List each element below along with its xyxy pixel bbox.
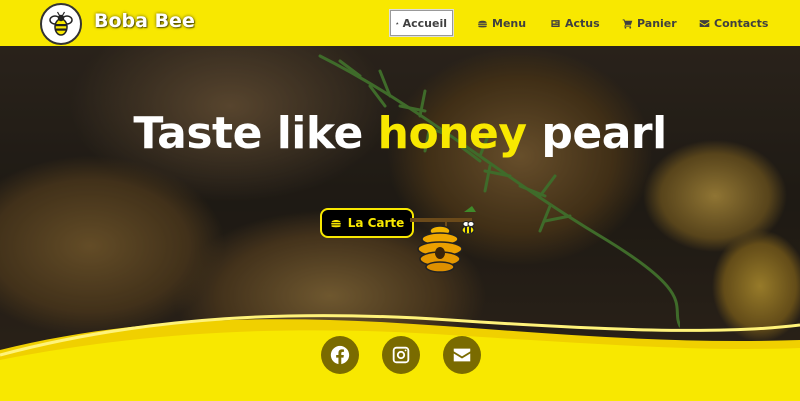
facebook-link[interactable]	[321, 336, 359, 374]
facebook-icon	[330, 345, 350, 365]
rosemary-decoration	[318, 54, 680, 328]
header: Boba Bee Accueil Menu Actus Panier Conta…	[0, 0, 800, 46]
nav-item-label: Accueil	[402, 16, 447, 30]
nav-item-accueil[interactable]: Accueil	[390, 10, 453, 36]
nav-item-panier[interactable]: Panier	[617, 10, 682, 36]
hero-title-end: pearl	[526, 108, 667, 159]
la-carte-label: La Carte	[347, 216, 405, 230]
instagram-link[interactable]	[382, 336, 420, 374]
hero-title-start: Taste like	[133, 108, 378, 159]
nav-item-label: Contacts	[714, 16, 769, 30]
main-nav: Accueil Menu Actus Panier Contacts	[0, 10, 800, 36]
nav-item-actus[interactable]: Actus	[545, 10, 605, 36]
social-links	[0, 336, 800, 376]
hero-title-accent: honey	[377, 108, 527, 159]
burger-icon	[330, 220, 341, 228]
nav-item-label: Menu	[492, 16, 527, 30]
cart-icon	[622, 18, 633, 29]
home-icon	[396, 21, 399, 25]
instagram-icon	[392, 346, 410, 364]
newspaper-icon	[551, 19, 560, 27]
envelope-icon	[699, 19, 710, 27]
email-link[interactable]	[443, 336, 481, 374]
hero-title: Taste like honey pearl	[0, 108, 800, 159]
nav-item-menu[interactable]: Menu	[472, 10, 531, 36]
envelope-icon	[453, 348, 471, 362]
bee-icon	[461, 221, 475, 235]
nav-item-label: Panier	[637, 16, 677, 30]
nav-item-contacts[interactable]: Contacts	[694, 10, 773, 36]
beehive-icon	[410, 206, 476, 273]
la-carte-button[interactable]: La Carte	[320, 208, 414, 238]
nav-item-label: Actus	[565, 16, 600, 30]
burger-icon	[478, 20, 487, 27]
